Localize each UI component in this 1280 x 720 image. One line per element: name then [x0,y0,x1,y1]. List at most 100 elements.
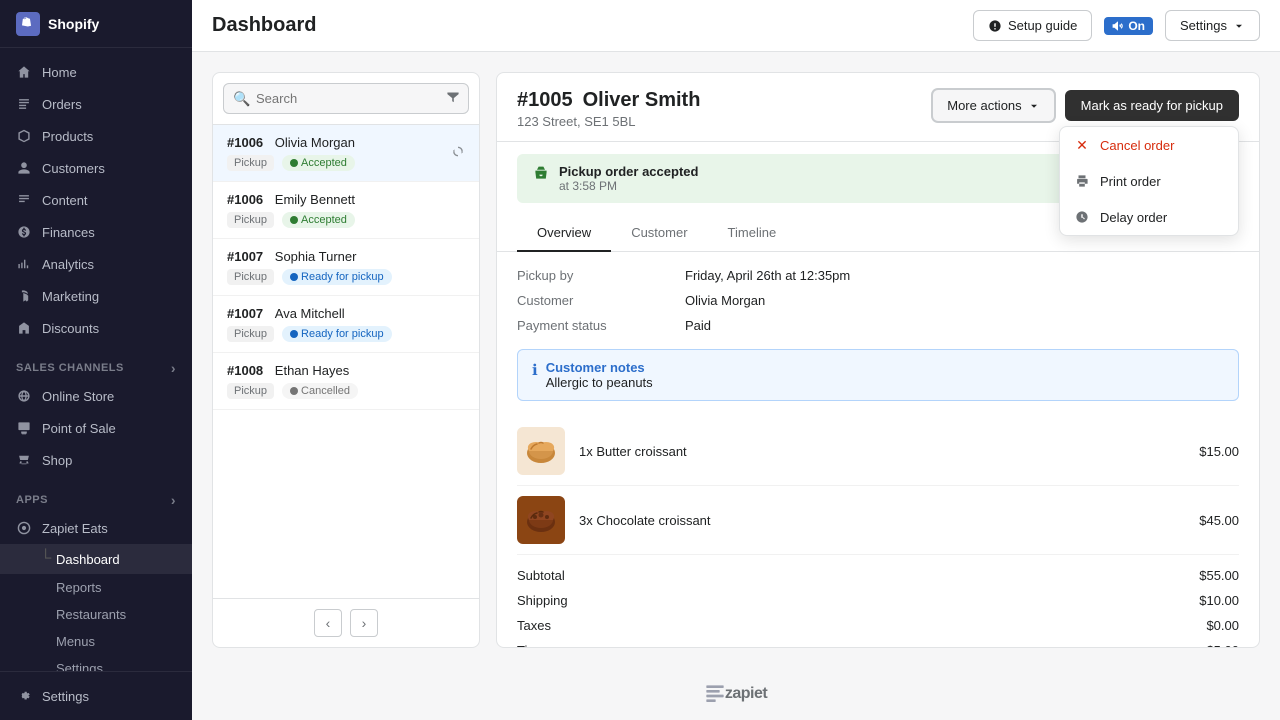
order-status-badge-1: Accepted [282,155,355,171]
sidebar-sub-item-menus-label: Menus [56,634,95,649]
order-item-1[interactable]: #1006 Olivia Morgan Pickup Accepted [213,125,479,182]
sidebar-item-marketing-label: Marketing [42,289,99,304]
notification-title: Pickup order accepted [559,164,698,179]
tip-row: Tip $5.00 [517,638,1239,647]
search-icon: 🔍 [233,90,250,107]
sidebar-item-zapiet-eats-label: Zapiet Eats [42,521,108,536]
search-input[interactable] [223,83,469,114]
main-content: Dashboard Setup guide On Settings 🔍 [192,0,1280,720]
sales-channels-expand-icon[interactable]: › [171,360,176,376]
order-item-4[interactable]: #1007 Ava Mitchell Pickup Ready for pick… [213,296,479,353]
pickup-by-value: Friday, April 26th at 12:35pm [685,268,1239,283]
pagination-prev-button[interactable]: ‹ [314,609,342,637]
sidebar-sub-item-dashboard[interactable]: └ Dashboard [0,544,192,574]
sidebar-logo: Shopify [0,0,192,48]
notes-content: Customer notes Allergic to peanuts [546,360,653,390]
payment-status-value: Paid [685,318,1239,333]
apps-header: Apps › [0,484,192,512]
sidebar-item-shop-label: Shop [42,453,72,468]
sidebar-item-finances[interactable]: Finances [0,216,192,248]
sidebar-sub-item-restaurants-label: Restaurants [56,607,126,622]
order-item-3[interactable]: #1007 Sophia Turner Pickup Ready for pic… [213,239,479,296]
order-info-grid: Pickup by Friday, April 26th at 12:35pm … [517,268,1239,333]
sidebar-item-online-store-label: Online Store [42,389,114,404]
setup-guide-button[interactable]: Setup guide [973,10,1092,41]
content-icon [16,192,32,208]
dropdown-delay-order[interactable]: Delay order [1060,199,1238,235]
subtotal-row: Subtotal $55.00 [517,563,1239,588]
product-price-2: $45.00 [1199,513,1239,528]
subtotal-value: $55.00 [1199,568,1239,583]
customer-value: Olivia Morgan [685,293,1239,308]
more-actions-button[interactable]: More actions [932,89,1054,122]
print-icon [1074,173,1090,189]
order-detail-number: #1005 [517,89,573,112]
apps-expand-icon[interactable]: › [171,492,176,508]
shopify-logo-icon [16,12,40,36]
product-name-1: 1x Butter croissant [579,444,1185,459]
sidebar-item-products[interactable]: Products [0,120,192,152]
order-item-5[interactable]: #1008 Ethan Hayes Pickup Cancelled [213,353,479,410]
pagination-next-button[interactable]: › [350,609,378,637]
sidebar-item-analytics[interactable]: Analytics [0,248,192,280]
order-status-badge-2: Accepted [282,212,355,228]
sidebar-item-home[interactable]: Home [0,56,192,88]
analytics-icon [16,256,32,272]
sidebar-item-marketing[interactable]: Marketing [0,280,192,312]
sidebar-item-point-of-sale-label: Point of Sale [42,421,116,436]
order-totals: Subtotal $55.00 Shipping $10.00 Taxes $0… [517,563,1239,647]
product-name-2: 3x Chocolate croissant [579,513,1185,528]
taxes-value: $0.00 [1206,618,1239,633]
tab-customer[interactable]: Customer [611,215,707,252]
sidebar-item-online-store[interactable]: Online Store [0,380,192,412]
mark-ready-button[interactable]: Mark as ready for pickup [1065,90,1239,121]
on-badge: On [1104,17,1153,35]
order-id-5: #1008 [227,363,263,378]
sidebar-item-customers[interactable]: Customers [0,152,192,184]
dropdown-cancel-order[interactable]: ✕ Cancel order [1060,127,1238,163]
order-id-1: #1006 [227,135,263,150]
payment-status-label: Payment status [517,318,677,333]
filter-button[interactable] [445,88,461,109]
question-icon [988,19,1002,33]
sidebar-settings-item[interactable]: Settings [16,684,176,708]
settings-dropdown-button[interactable]: Settings [1165,10,1260,41]
topbar: Dashboard Setup guide On Settings [192,0,1280,52]
product-image-1 [517,427,565,475]
sidebar-item-zapiet-eats[interactable]: Zapiet Eats [0,512,192,544]
sidebar-item-orders[interactable]: Orders [0,88,192,120]
sidebar-item-shop[interactable]: Shop [0,444,192,476]
order-name-5: Ethan Hayes [275,363,349,378]
sidebar-item-discounts[interactable]: Discounts [0,312,192,344]
tip-label: Tip [517,643,535,647]
page-title: Dashboard [212,14,316,37]
tab-overview[interactable]: Overview [517,215,611,252]
order-detail-header: #1005 Oliver Smith 123 Street, SE1 5BL M… [497,73,1259,142]
tab-timeline[interactable]: Timeline [708,215,797,252]
sync-icon-1 [451,145,465,162]
order-name-1: Olivia Morgan [275,135,355,150]
sidebar-sub-item-menus[interactable]: Menus [0,628,192,655]
order-item-2[interactable]: #1006 Emily Bennett Pickup Accepted [213,182,479,239]
subtotal-label: Subtotal [517,568,565,583]
sidebar-item-content[interactable]: Content [0,184,192,216]
shipping-row: Shipping $10.00 [517,588,1239,613]
home-icon [16,64,32,80]
sound-icon [1112,20,1124,32]
sidebar-sub-item-restaurants[interactable]: Restaurants [0,601,192,628]
sidebar-sub-item-reports[interactable]: Reports [0,574,192,601]
sidebar-item-point-of-sale[interactable]: Point of Sale [0,412,192,444]
sidebar-item-finances-label: Finances [42,225,95,240]
sidebar-bottom: Settings [0,671,192,720]
sidebar-sub-item-settings[interactable]: Settings [0,655,192,671]
zapiet-icon [16,520,32,536]
pos-icon [16,420,32,436]
order-status-badge-5: Cancelled [282,383,358,399]
dropdown-print-order[interactable]: Print order [1060,163,1238,199]
sidebar-sub-item-dashboard-label: Dashboard [56,552,120,567]
content-area: 🔍 #1006 Olivia Morgan [192,52,1280,668]
shipping-label: Shipping [517,593,568,608]
sales-channels-header: Sales channels › [0,352,192,380]
order-type-badge-1: Pickup [227,155,274,171]
orders-pagination: ‹ › [213,598,479,647]
